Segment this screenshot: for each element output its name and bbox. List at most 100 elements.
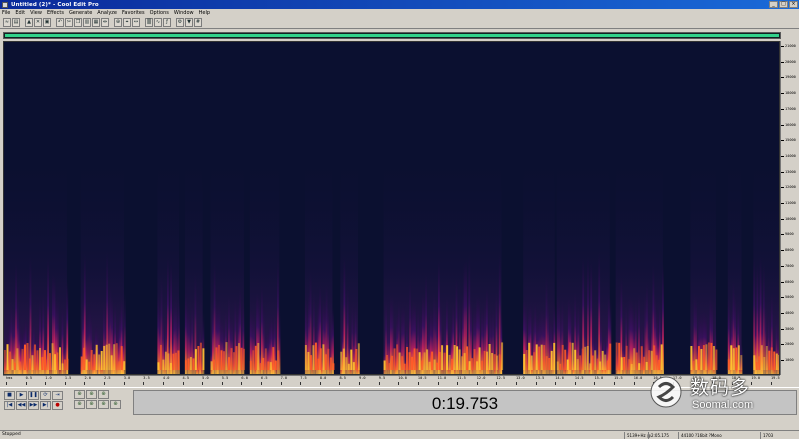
tick-mark — [781, 108, 784, 110]
spectral-view[interactable] — [3, 41, 780, 375]
undo-icon[interactable]: ↶ — [56, 18, 64, 27]
save-icon[interactable]: ▣ — [43, 18, 51, 27]
spectral-core — [700, 349, 703, 370]
spectral-column — [638, 293, 640, 374]
open-icon[interactable]: ▲ — [25, 18, 33, 27]
menu-bar: File Edit View Effects Generate Analyze … — [0, 9, 799, 17]
cue-icon[interactable]: ▼ — [185, 18, 193, 27]
tick-mark — [781, 155, 784, 157]
spectral-core — [653, 345, 656, 370]
spectral-core — [538, 346, 541, 370]
zoom-in-left-icon[interactable]: ⊕ — [74, 400, 85, 409]
spectral-core — [197, 346, 200, 370]
menu-effects[interactable]: Effects — [47, 10, 64, 16]
spectral-core — [481, 360, 484, 370]
rewind-icon[interactable]: ◀◀ — [16, 401, 27, 410]
spectral-core — [705, 344, 708, 370]
spectral-core — [416, 348, 419, 370]
spectral-core — [443, 352, 446, 370]
spectral-core — [9, 351, 11, 370]
zoom-in-h-icon[interactable]: ⊕ — [74, 390, 85, 399]
stop-icon[interactable]: ■ — [4, 391, 15, 400]
time-tick-mark — [535, 382, 537, 385]
play-icon[interactable]: ▶ — [16, 391, 27, 400]
spectral-core — [319, 348, 322, 370]
snap-icon[interactable]: # — [194, 18, 202, 27]
select-icon[interactable]: ⌖ — [123, 18, 131, 27]
zoom-out-v-icon[interactable]: ⊕ — [110, 400, 121, 409]
envelope-icon[interactable]: ∿ — [154, 18, 162, 27]
time-tick-mark — [437, 382, 439, 385]
minimize-icon[interactable]: _ — [769, 1, 778, 8]
menu-analyze[interactable]: Analyze — [97, 10, 117, 16]
zoom-full-icon[interactable]: ⊕ — [98, 390, 109, 399]
maximize-icon[interactable]: □ — [779, 1, 788, 8]
spectral-core — [169, 363, 172, 370]
spectrogram[interactable] — [4, 42, 780, 375]
spectral-core — [564, 349, 567, 370]
spectral-core — [172, 353, 175, 370]
menu-options[interactable]: Options — [150, 10, 169, 16]
visible-range-bar[interactable] — [5, 34, 779, 37]
spectral-core — [543, 345, 546, 370]
mix-paste-icon[interactable]: ▦ — [92, 18, 100, 27]
menu-generate[interactable]: Generate — [69, 10, 92, 16]
zoom-in-v-icon[interactable]: ⊕ — [98, 400, 109, 409]
pause-icon[interactable]: ❚❚ — [28, 391, 39, 400]
multitrack-icon[interactable]: ▤ — [12, 18, 20, 27]
cut-icon[interactable]: ✂ — [65, 18, 73, 27]
frequency-tick: 16000 — [781, 123, 799, 129]
menu-file[interactable]: File — [2, 10, 10, 16]
zoom-out-h-icon[interactable]: ⊕ — [86, 390, 97, 399]
go-end-icon[interactable]: ▶| — [40, 401, 51, 410]
spectral-icon[interactable]: ▒ — [145, 18, 153, 27]
spectral-core — [638, 363, 641, 370]
zoom-in-right-icon[interactable]: ⊕ — [86, 400, 97, 409]
spectral-core — [31, 355, 34, 370]
spectral-core — [545, 356, 548, 370]
frequency-tick: 17000 — [781, 107, 799, 113]
close-icon[interactable]: × — [789, 1, 798, 8]
spectral-core — [64, 359, 66, 370]
time-tick-mark — [398, 382, 400, 385]
settings-icon[interactable]: ⚙ — [176, 18, 184, 27]
trim-icon[interactable]: ⇹ — [101, 18, 109, 27]
spectral-core — [262, 357, 265, 370]
spectral-core — [418, 352, 421, 370]
spectral-core — [775, 353, 778, 370]
fast-forward-icon[interactable]: ▶▶ — [28, 401, 39, 410]
spectral-core — [184, 360, 187, 370]
play-looped-icon[interactable]: ⟳ — [40, 391, 51, 400]
spectral-core — [393, 348, 396, 370]
close-icon[interactable]: ✕ — [34, 18, 42, 27]
spectral-core — [267, 361, 270, 370]
menu-edit[interactable]: Edit — [15, 10, 25, 16]
spectral-core — [740, 355, 743, 370]
spectral-core — [403, 363, 406, 370]
copy-icon[interactable]: ❐ — [74, 18, 82, 27]
frequency-icon[interactable]: ƒ — [163, 18, 171, 27]
spectral-core — [438, 352, 441, 370]
spectral-core — [737, 345, 740, 370]
spectral-core — [39, 348, 41, 370]
time-tick-mark — [555, 382, 557, 385]
scrub-icon[interactable]: ↔ — [132, 18, 140, 27]
menu-favorites[interactable]: Favorites — [122, 10, 145, 16]
spectral-core — [110, 355, 113, 370]
wave-icon[interactable]: ≈ — [3, 18, 11, 27]
menu-help[interactable]: Help — [199, 10, 210, 16]
time-tick-mark — [378, 382, 380, 385]
frequency-tick: 3000 — [781, 327, 799, 333]
menu-view[interactable]: View — [30, 10, 42, 16]
menu-window[interactable]: Window — [174, 10, 194, 16]
paste-icon[interactable]: ▥ — [83, 18, 91, 27]
zoom-icon[interactable]: ⊕ — [114, 18, 122, 27]
play-to-end-icon[interactable]: ⇥ — [52, 391, 63, 400]
spectral-core — [561, 344, 564, 370]
time-tick-mark — [202, 382, 204, 385]
time-tick-label: 14.0 — [555, 376, 564, 380]
waveform-overview[interactable] — [3, 32, 781, 39]
spectral-core — [233, 352, 235, 370]
record-icon[interactable]: ● — [52, 401, 63, 410]
go-start-icon[interactable]: |◀ — [4, 401, 15, 410]
